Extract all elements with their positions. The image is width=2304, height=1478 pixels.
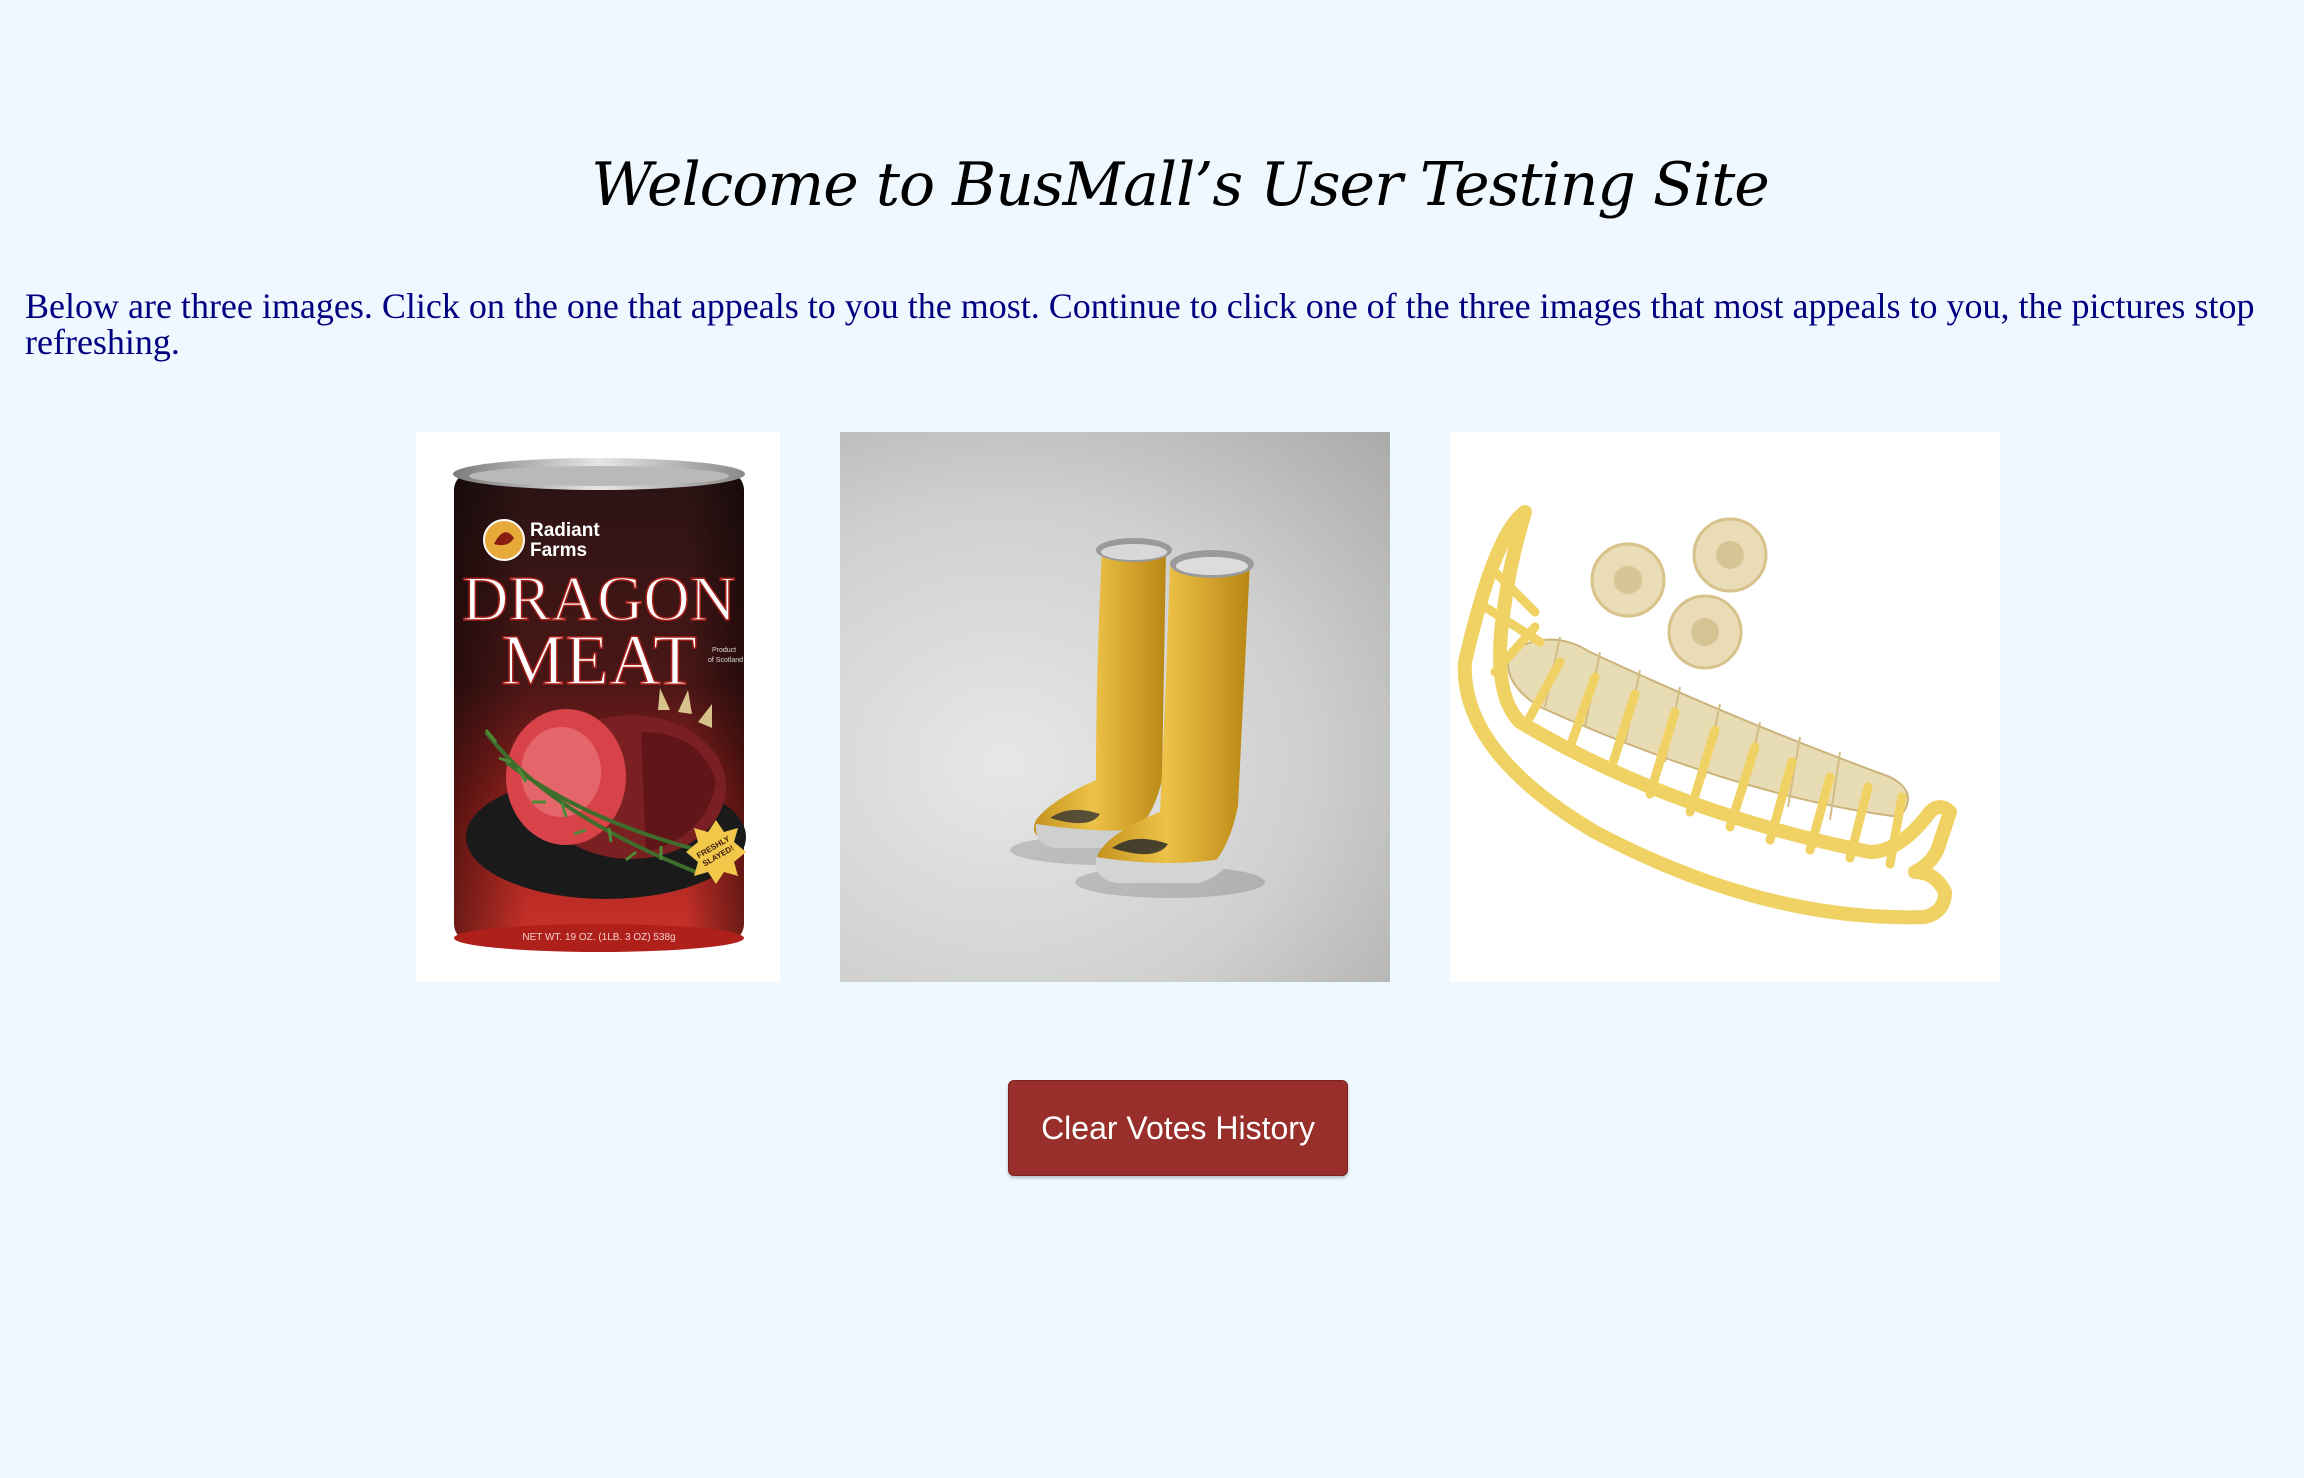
page-title: Welcome to BusMall’s User Testing Site [591, 150, 1770, 220]
product-image-rain-boots[interactable] [840, 432, 1390, 982]
banana-slicer-illustration [1457, 505, 1957, 925]
product-image-banana-slicer[interactable] [1450, 432, 2000, 982]
can-label-line2: MEAT [501, 620, 697, 700]
instructions-text: Below are three images. Click on the one… [25, 286, 2255, 362]
can-side-text-1: Product [712, 647, 736, 654]
dragon-meat-can-illustration: Radiant Farms DRAGON MEAT Product of Sco… [453, 458, 746, 952]
can-brand-text-2: Farms [530, 540, 587, 561]
product-image-dragon-meat[interactable]: Radiant Farms DRAGON MEAT Product of Sco… [416, 432, 780, 982]
can-brand-text: Radiant [530, 520, 600, 541]
can-side-text-2: of Scotland [708, 657, 743, 664]
rain-boots-illustration [1010, 538, 1265, 898]
can-net-weight: NET WT. 19 OZ. (1LB. 3 OZ) 538g [522, 932, 675, 943]
clear-votes-button[interactable]: Clear Votes History [1008, 1080, 1348, 1176]
